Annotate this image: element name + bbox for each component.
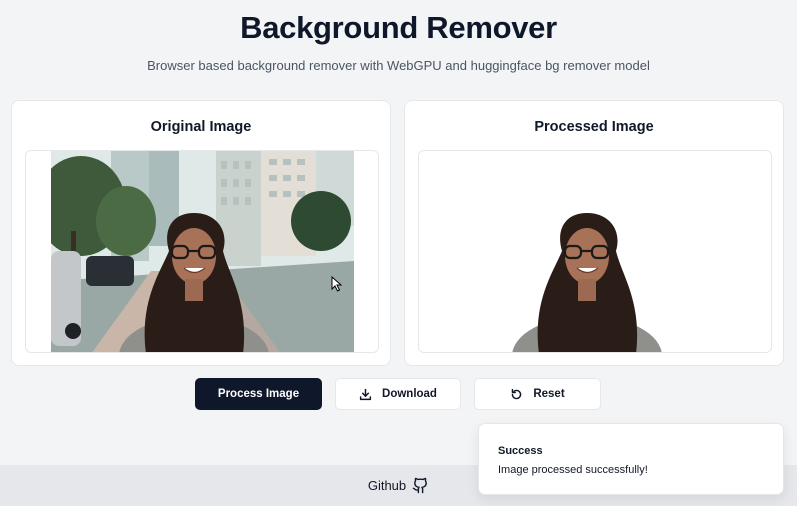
original-image-title: Original Image — [150, 119, 252, 135]
processed-photo — [444, 151, 747, 352]
process-image-label: Process Image — [217, 388, 300, 400]
original-photo — [51, 151, 354, 352]
success-toast[interactable]: Success Image processed successfully! — [478, 423, 784, 495]
processed-image-frame — [418, 150, 772, 353]
download-label: Download — [382, 388, 437, 400]
reset-button[interactable]: Reset — [474, 378, 601, 410]
toast-message: Image processed successfully! — [498, 464, 648, 476]
reset-label: Reset — [533, 388, 565, 400]
process-image-button[interactable]: Process Image — [195, 378, 322, 410]
toast-title: Success — [498, 445, 543, 457]
page-title: Background Remover — [240, 10, 557, 45]
github-link[interactable]: Github — [368, 478, 406, 493]
download-button[interactable]: Download — [335, 378, 461, 410]
reset-icon — [512, 388, 522, 399]
github-icon[interactable] — [412, 477, 429, 494]
page-subtitle: Browser based background remover with We… — [147, 58, 650, 73]
processed-image-title: Processed Image — [534, 119, 654, 135]
original-image-card: Original Image — [11, 100, 391, 366]
processed-image-card: Processed Image — [404, 100, 784, 366]
original-image-frame[interactable] — [25, 150, 379, 353]
download-icon — [359, 388, 372, 400]
mouse-cursor-icon — [331, 276, 343, 292]
